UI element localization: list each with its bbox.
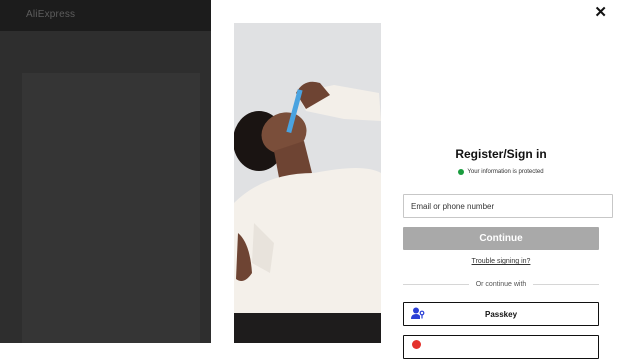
email-input[interactable] — [403, 194, 613, 218]
google-signin-button[interactable] — [403, 335, 599, 359]
security-notice: Your information is protected — [403, 169, 599, 175]
promo-photo — [234, 23, 381, 343]
background-panel — [22, 73, 200, 343]
brand-logo: AliExpress — [26, 9, 76, 20]
google-icon — [412, 340, 421, 349]
continue-button[interactable]: Continue — [403, 227, 599, 250]
passkey-user-icon — [411, 307, 425, 319]
trouble-signing-in-link[interactable]: Trouble signing in? — [403, 258, 599, 265]
passkey-label: Passkey — [484, 309, 518, 319]
promo-photo-illustration — [234, 23, 381, 343]
signin-modal: ✕ Register/Sign in Your information is p… — [211, 0, 620, 359]
passkey-button[interactable]: Passkey — [403, 302, 599, 326]
close-icon[interactable]: ✕ — [594, 4, 607, 22]
shield-check-icon — [458, 169, 465, 175]
background-header: AliExpress — [0, 0, 211, 31]
modal-title: Register/Sign in — [455, 147, 547, 161]
divider-text: Or continue with — [475, 281, 527, 288]
or-divider: Or continue with — [403, 281, 599, 288]
divider-line-left — [403, 284, 469, 285]
divider-line-right — [533, 284, 599, 285]
security-notice-text: Your information is protected — [467, 169, 544, 175]
